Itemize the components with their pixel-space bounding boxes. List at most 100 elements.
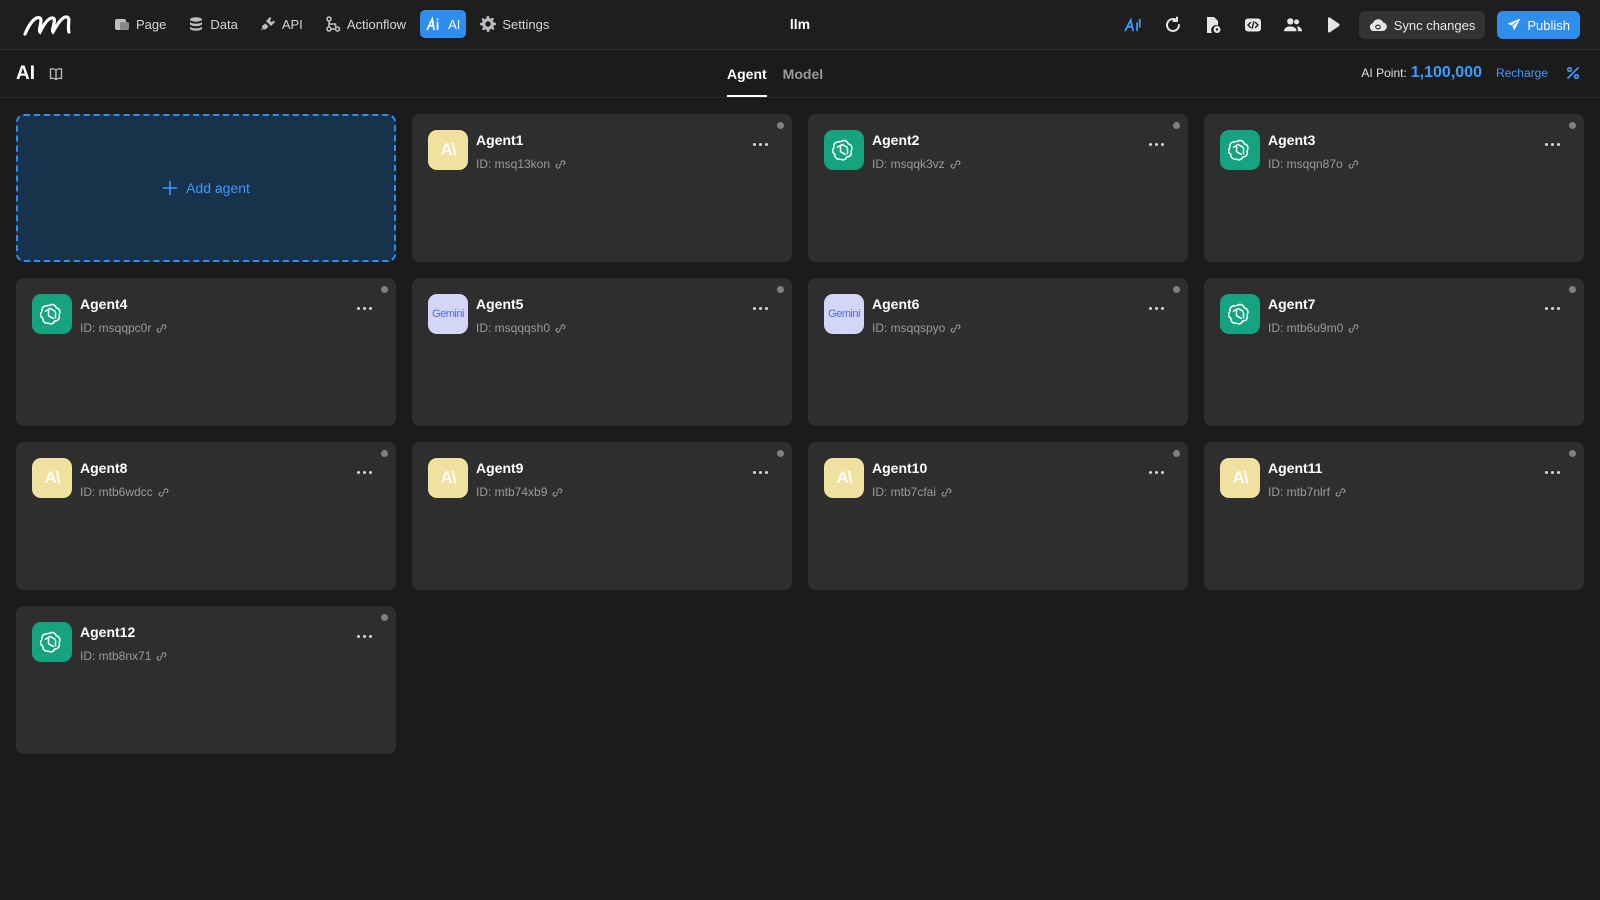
code-button[interactable] xyxy=(1233,10,1273,40)
more-dot xyxy=(1556,142,1560,146)
more-dot xyxy=(758,306,762,310)
agent-card[interactable]: Agent7 ID: mtb6u9m0 xyxy=(1204,278,1584,426)
more-dot xyxy=(1154,142,1158,146)
publish-button[interactable]: Publish xyxy=(1497,11,1580,39)
more-options-button[interactable] xyxy=(352,300,376,316)
agent-card[interactable]: A\ Agent11 ID: mtb7nlrf xyxy=(1204,442,1584,590)
docs-book-icon[interactable] xyxy=(49,67,63,81)
anthropic-logo-icon: A\ xyxy=(44,468,61,487)
agent-card[interactable]: A\ Agent9 ID: mtb74xb9 xyxy=(412,442,792,590)
nav-api[interactable]: API xyxy=(252,10,311,38)
sync-changes-button[interactable]: Sync changes xyxy=(1358,11,1486,39)
agent-avatar: A\ xyxy=(32,458,72,498)
discount-icon[interactable] xyxy=(1566,66,1580,80)
agent-name: Agent9 xyxy=(476,460,524,476)
copy-link-icon[interactable] xyxy=(1348,159,1359,170)
more-options-button[interactable] xyxy=(1540,300,1564,316)
agent-card[interactable]: Agent12 ID: mtb8nx71 xyxy=(16,606,396,754)
agent-avatar: Gemini xyxy=(824,294,864,334)
copy-link-icon[interactable] xyxy=(158,487,169,498)
plus-icon xyxy=(162,180,178,196)
more-options-button[interactable] xyxy=(1540,464,1564,480)
more-dot xyxy=(1556,470,1560,474)
agent-avatar xyxy=(1220,294,1260,334)
more-dot xyxy=(1550,306,1554,310)
page-title: AI xyxy=(16,63,35,84)
agent-name: Agent4 xyxy=(80,296,128,312)
agent-avatar: A\ xyxy=(824,458,864,498)
agent-id: ID: msqqqsh0 xyxy=(476,321,551,335)
agent-card[interactable]: Agent4 ID: msqqpc0r xyxy=(16,278,396,426)
top-actions: Sync changes Publish xyxy=(1113,10,1580,40)
copy-link-icon[interactable] xyxy=(941,487,952,498)
more-options-button[interactable] xyxy=(748,464,772,480)
nav-actionflow[interactable]: Actionflow xyxy=(317,10,414,38)
ai-icon xyxy=(426,16,439,31)
more-dot xyxy=(1154,470,1158,474)
agent-card[interactable]: A\ Agent8 ID: mtb6wdcc xyxy=(16,442,396,590)
more-options-button[interactable] xyxy=(748,136,772,152)
more-options-button[interactable] xyxy=(1144,300,1168,316)
openai-logo-icon xyxy=(40,631,61,653)
preview-button[interactable] xyxy=(1313,10,1353,40)
more-options-button[interactable] xyxy=(352,628,376,644)
agent-card[interactable]: Gemini Agent5 ID: msqqqsh0 xyxy=(412,278,792,426)
ai-assistant-button[interactable] xyxy=(1113,10,1153,40)
recharge-link[interactable]: Recharge xyxy=(1496,66,1548,80)
nav-ai[interactable]: AI xyxy=(420,10,467,38)
copy-link-icon[interactable] xyxy=(156,323,167,334)
more-dot xyxy=(1148,470,1152,474)
more-options-button[interactable] xyxy=(748,300,772,316)
more-dot xyxy=(1544,142,1548,146)
tab-agent[interactable]: Agent xyxy=(727,50,767,97)
agent-name: Agent11 xyxy=(1268,460,1323,476)
refresh-button[interactable] xyxy=(1153,10,1193,40)
agent-card[interactable]: A\ Agent1 ID: msq13kon xyxy=(412,114,792,262)
copy-link-icon[interactable] xyxy=(950,323,961,334)
agent-card[interactable]: A\ Agent10 ID: mtb7cfai xyxy=(808,442,1188,590)
agent-name: Agent8 xyxy=(80,460,128,476)
more-options-button[interactable] xyxy=(1144,464,1168,480)
copy-link-icon[interactable] xyxy=(950,159,961,170)
agent-id-row: ID: mtb6wdcc xyxy=(80,485,169,499)
copy-link-icon[interactable] xyxy=(1348,323,1359,334)
openai-logo-icon xyxy=(40,303,61,325)
cloud-sync-icon xyxy=(1369,19,1387,31)
agent-name: Agent10 xyxy=(872,460,928,476)
agent-card[interactable]: Agent3 ID: msqqn87o xyxy=(1204,114,1584,262)
nav-settings[interactable]: Settings xyxy=(472,10,557,38)
nav-page[interactable]: Page xyxy=(106,10,174,38)
agent-id: ID: mtb6wdcc xyxy=(80,485,153,499)
more-dot xyxy=(1556,306,1560,310)
copy-link-icon[interactable] xyxy=(555,159,566,170)
document-settings-button[interactable] xyxy=(1193,10,1233,40)
more-options-button[interactable] xyxy=(1144,136,1168,152)
gear-icon xyxy=(480,16,497,32)
agent-name: Agent3 xyxy=(1268,132,1316,148)
app-logo-icon[interactable] xyxy=(22,12,74,38)
agent-avatar: Gemini xyxy=(428,294,468,334)
publish-label: Publish xyxy=(1527,17,1570,33)
copy-link-icon[interactable] xyxy=(1335,487,1346,498)
add-agent-button[interactable]: Add agent xyxy=(16,114,396,262)
agent-id-row: ID: msqqqsh0 xyxy=(476,321,566,335)
more-options-button[interactable] xyxy=(1540,136,1564,152)
status-dot xyxy=(777,286,784,293)
agent-id-row: ID: mtb7nlrf xyxy=(1268,485,1346,499)
copy-link-icon[interactable] xyxy=(156,651,167,662)
agent-card[interactable]: Gemini Agent6 ID: msqqspyo xyxy=(808,278,1188,426)
agent-card[interactable]: Agent2 ID: msqqk3vz xyxy=(808,114,1188,262)
agent-id: ID: msqqk3vz xyxy=(872,157,945,171)
collaborators-button[interactable] xyxy=(1273,10,1313,40)
nav-data[interactable]: Data xyxy=(180,10,245,38)
copy-link-icon[interactable] xyxy=(552,487,563,498)
status-dot xyxy=(1569,122,1576,129)
status-dot xyxy=(1173,450,1180,457)
more-dot xyxy=(1550,470,1554,474)
copy-link-icon[interactable] xyxy=(555,323,566,334)
tab-model[interactable]: Model xyxy=(783,50,823,97)
project-name[interactable]: llm xyxy=(790,16,810,32)
more-dot xyxy=(758,470,762,474)
more-options-button[interactable] xyxy=(352,464,376,480)
more-dot xyxy=(356,634,360,638)
